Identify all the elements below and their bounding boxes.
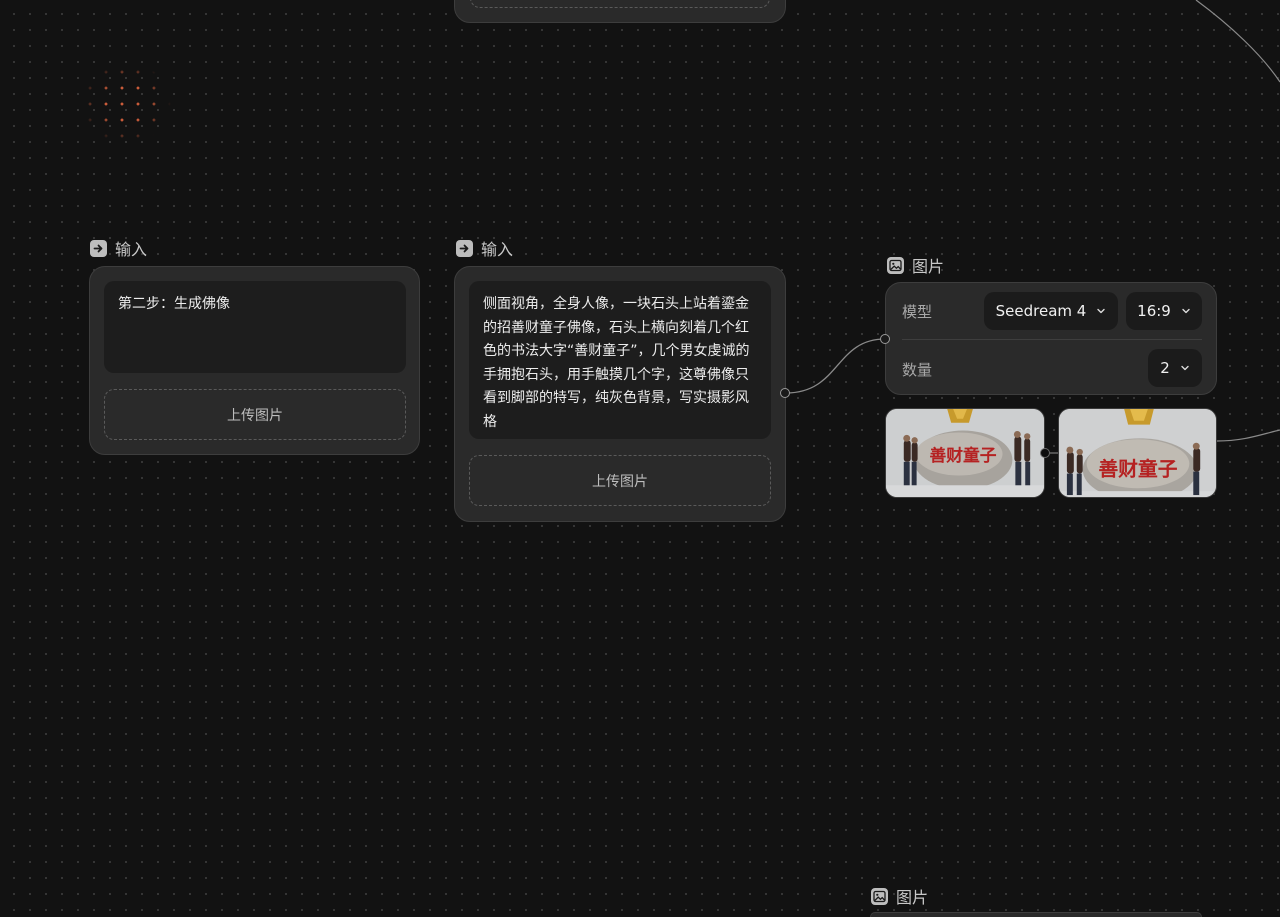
- generated-image-thumbnail[interactable]: 善财童子: [885, 408, 1045, 498]
- image-node-1-title: 图片: [912, 257, 945, 276]
- wire-input2-to-image1: [785, 338, 886, 394]
- input-node-1-upload-button[interactable]: 上传图片: [104, 389, 406, 440]
- chevron-down-icon: [1182, 308, 1190, 314]
- input-node-1[interactable]: 第二步：生成佛像 上传图片: [89, 266, 420, 455]
- carved-caption: 善财童子: [929, 445, 996, 465]
- image-node-1-header[interactable]: 图片: [887, 253, 944, 277]
- count-select[interactable]: 2: [1148, 349, 1202, 387]
- chevron-down-icon: [1181, 365, 1189, 371]
- count-select-value: 2: [1160, 359, 1170, 377]
- ratio-select[interactable]: 16:9: [1126, 292, 1202, 330]
- partial-node-card-top[interactable]: [454, 0, 786, 23]
- generated-image-thumbnail[interactable]: 善财童子: [1058, 408, 1217, 498]
- model-select[interactable]: Seedream 4: [984, 292, 1118, 330]
- chevron-down-icon: [1097, 308, 1106, 314]
- input-node-1-title: 输入: [115, 240, 148, 259]
- wire-image1-to-right: [1216, 429, 1280, 442]
- ratio-select-value: 16:9: [1137, 302, 1171, 320]
- input-node-2-upload-button[interactable]: 上传图片: [469, 455, 771, 506]
- image-node-2-settings[interactable]: [870, 912, 1202, 917]
- model-select-value: Seedream 4: [995, 302, 1087, 320]
- thumbnail-link-port: [1040, 448, 1050, 458]
- input-node-1-prompt[interactable]: 第二步：生成佛像: [104, 281, 406, 373]
- image-icon: [871, 887, 888, 905]
- input-node-2-output-port[interactable]: [780, 388, 790, 398]
- image-node-2-title: 图片: [896, 888, 929, 907]
- settings-divider: [902, 339, 1202, 340]
- workflow-canvas[interactable]: 输入 第二步：生成佛像 上传图片 输入 侧面视角，全身人像，一块石头上站着鎏金的…: [0, 0, 1280, 917]
- generated-image: 善财童子: [886, 409, 1044, 497]
- count-label: 数量: [902, 361, 933, 379]
- wire-top-right-arc: [1195, 0, 1280, 83]
- input-node-2-prompt[interactable]: 侧面视角，全身人像，一块石头上站着鎏金的招善财童子佛像，石头上横向刻着几个红色的…: [469, 281, 771, 439]
- input-arrow-icon: [456, 239, 473, 257]
- input-arrow-icon: [90, 239, 107, 257]
- input-node-2-title: 输入: [481, 240, 514, 259]
- carved-caption: 善财童子: [1099, 458, 1178, 481]
- partial-upload-area[interactable]: [470, 0, 770, 8]
- image-node-1-settings[interactable]: 模型 Seedream 4 16:9 数量 2: [885, 282, 1217, 395]
- image-node-2-header[interactable]: 图片: [871, 884, 928, 908]
- model-label: 模型: [902, 303, 933, 321]
- generated-image: 善财童子: [1059, 409, 1216, 497]
- accent-dot-cluster: [66, 48, 186, 158]
- image-icon: [887, 256, 904, 274]
- image-node-1-input-port[interactable]: [880, 334, 890, 344]
- input-node-1-header[interactable]: 输入: [90, 236, 147, 260]
- input-node-2-header[interactable]: 输入: [456, 236, 513, 260]
- input-node-2[interactable]: 侧面视角，全身人像，一块石头上站着鎏金的招善财童子佛像，石头上横向刻着几个红色的…: [454, 266, 786, 522]
